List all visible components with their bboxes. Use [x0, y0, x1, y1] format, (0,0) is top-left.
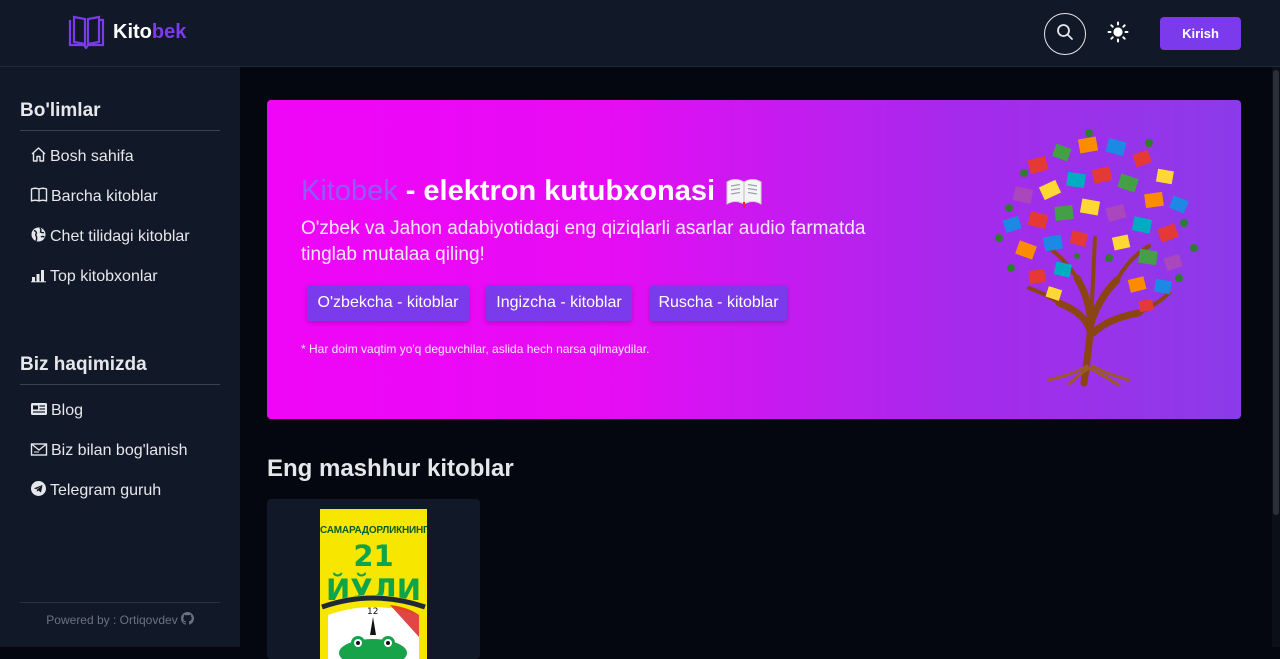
sidebar-item-all-books[interactable]: Barcha kitoblar	[30, 185, 158, 209]
logo-text-accent: bek	[151, 20, 187, 43]
hero-title: Kitobek - elektron kutubxonasi	[301, 174, 763, 208]
sidebar: Bo'limlar Bosh sahifa Barcha kitoblar Ch…	[0, 67, 240, 647]
github-icon[interactable]	[178, 612, 194, 628]
book-cover-image[interactable]: САМАРАДОРЛИКНИНГ 21 ЙЎЛИ 12	[320, 509, 427, 659]
page-scrollbar-thumb[interactable]	[1273, 70, 1279, 515]
uzbek-books-button[interactable]: O'zbekcha - kitoblar	[307, 285, 469, 321]
powered-by-text[interactable]: Powered by : Ortiqovdev	[46, 613, 177, 627]
telegram-icon	[30, 480, 50, 502]
russian-books-button[interactable]: Ruscha - kitoblar	[650, 285, 787, 321]
search-button[interactable]	[1044, 13, 1086, 55]
hero-banner: Kitobek - elektron kutubxonasi O'zbek va…	[267, 100, 1241, 419]
sidebar-item-home[interactable]: Bosh sahifa	[30, 145, 134, 169]
theme-toggle-button[interactable]	[1104, 20, 1132, 48]
sidebar-item-label: Telegram guruh	[50, 482, 162, 499]
hero-title-separator: -	[405, 174, 416, 207]
top-navbar: Kitobek Kirish	[0, 0, 1280, 67]
sidebar-item-label: Blog	[51, 402, 84, 419]
bar-chart-icon	[30, 266, 50, 288]
logo-text-main: Kito	[113, 20, 152, 43]
sidebar-item-label: Chet tilidagi kitoblar	[50, 228, 190, 245]
book-card[interactable]: САМАРАДОРЛИКНИНГ 21 ЙЎЛИ 12	[267, 499, 480, 659]
site-logo[interactable]: Kitobek	[68, 15, 186, 49]
sidebar-divider	[20, 384, 220, 385]
book-icon	[30, 186, 51, 208]
login-button[interactable]: Kirish	[1160, 17, 1241, 50]
sidebar-item-label: Barcha kitoblar	[51, 188, 158, 205]
book-tree-illustration	[989, 128, 1209, 393]
globe-icon	[30, 226, 50, 248]
sidebar-item-telegram[interactable]: Telegram guruh	[30, 479, 161, 503]
clock-illustration: 12	[320, 595, 427, 659]
powered-by-footer: Powered by : Ortiqovdev	[20, 602, 220, 628]
sidebar-item-label: Biz bilan bog'lanish	[51, 442, 188, 459]
logo-text: Kitobek	[113, 21, 186, 44]
hero-subtitle: O'zbek va Jahon adabiyotidagi eng qiziql…	[301, 218, 866, 265]
sidebar-divider	[20, 130, 220, 131]
sidebar-item-top-readers[interactable]: Top kitobxonlar	[30, 265, 158, 289]
hero-title-text: elektron kutubxonasi	[423, 174, 716, 207]
hero-brand: Kitobek	[301, 174, 398, 207]
popular-books-heading: Eng mashhur kitoblar	[267, 455, 514, 482]
sidebar-item-blog[interactable]: Blog	[30, 399, 83, 423]
sidebar-item-foreign-books[interactable]: Chet tilidagi kitoblar	[30, 225, 190, 249]
open-book-emoji-icon	[725, 174, 763, 208]
sidebar-item-contact[interactable]: Biz bilan bog'lanish	[30, 439, 187, 463]
hero-quote-note: * Har doim vaqtim yo'q deguvchilar, asli…	[301, 342, 650, 356]
envelope-icon	[30, 441, 51, 462]
sun-icon	[1107, 21, 1129, 48]
newspaper-icon	[30, 401, 51, 422]
book-cover-subtitle: САМАРАДОРЛИКНИНГ	[320, 525, 427, 536]
sidebar-item-label: Bosh sahifa	[50, 148, 134, 165]
sidebar-section-title-about: Biz haqimizda	[20, 354, 147, 375]
home-icon	[30, 146, 50, 168]
open-book-icon	[68, 15, 105, 49]
sidebar-item-label: Top kitobxonlar	[50, 268, 158, 285]
svg-text:12: 12	[367, 607, 378, 617]
sidebar-section-title-sections: Bo'limlar	[20, 100, 101, 121]
english-books-button[interactable]: Ingizcha - kitoblar	[486, 285, 632, 321]
search-icon	[1056, 23, 1074, 46]
